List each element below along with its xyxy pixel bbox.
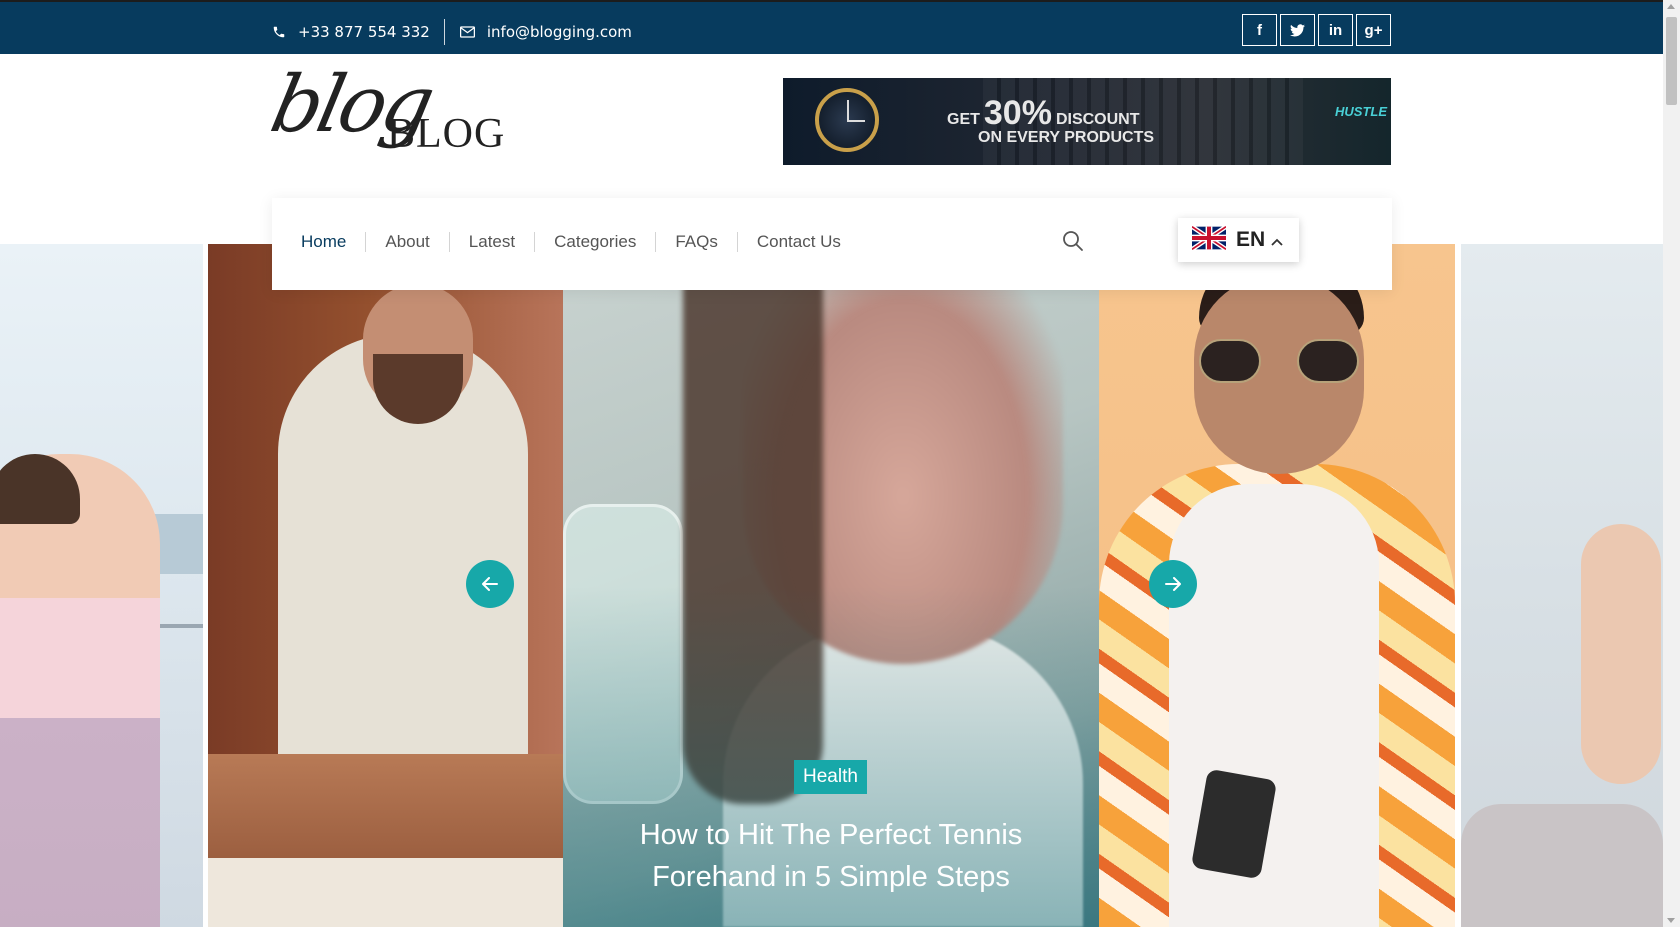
watch-graphic (815, 88, 879, 152)
arrow-right-icon[interactable] (1149, 560, 1197, 608)
google-plus-icon[interactable]: g+ (1356, 14, 1391, 46)
nav-sep (430, 232, 469, 252)
social-links: f in g+ (1242, 14, 1391, 46)
scroll-thumb[interactable] (1666, 17, 1677, 105)
uk-flag-icon (1190, 224, 1228, 255)
nav-item-contact[interactable]: Contact Us (757, 232, 841, 252)
site-logo[interactable]: blog BLOG (263, 60, 506, 180)
ad-headline: GET 30% DISCOUNT (947, 94, 1140, 133)
sunglasses-graphic (1199, 339, 1359, 383)
ad-get: GET (947, 111, 980, 128)
nav-label[interactable]: Latest (469, 232, 515, 252)
page: +33 877 554 332 info@blogging.com f in g… (0, 0, 1680, 927)
envelope-icon (459, 26, 477, 38)
nav-sep (718, 232, 757, 252)
slide-fitness[interactable] (0, 244, 203, 927)
search-icon[interactable] (1062, 230, 1086, 254)
logo-word: BLOG (387, 111, 506, 157)
scroll-down-icon[interactable] (1667, 918, 1675, 923)
nav-sep (346, 232, 385, 252)
ad-subline: ON EVERY PRODUCTS (978, 129, 1155, 146)
nav-menu: Home About Latest Categories FAQs Contac… (301, 232, 841, 252)
main-nav: Home About Latest Categories FAQs Contac… (272, 198, 1392, 290)
email-address[interactable]: info@blogging.com (487, 23, 632, 41)
category-tag[interactable]: Health (794, 760, 867, 794)
scroll-up-icon[interactable] (1667, 4, 1675, 9)
ad-percent: 30% (983, 94, 1052, 132)
phone-number[interactable]: +33 877 554 332 (298, 23, 430, 41)
nav-item-latest[interactable]: Latest (469, 232, 515, 252)
page-scrollbar[interactable] (1663, 0, 1680, 927)
phone-icon (270, 25, 288, 39)
seat-graphic (1461, 804, 1663, 927)
slide-yoga[interactable] (1461, 244, 1663, 927)
linkedin-icon[interactable]: in (1318, 14, 1353, 46)
woman-graphic (0, 454, 160, 927)
slide-title[interactable]: How to Hit The Perfect Tennis Forehand i… (593, 814, 1069, 898)
slide-active[interactable]: Health How to Hit The Perfect Tennis For… (563, 244, 1099, 927)
nav-label[interactable]: Categories (554, 232, 636, 252)
nav-sep (636, 232, 675, 252)
twitter-icon[interactable] (1280, 14, 1315, 46)
nav-label[interactable]: About (385, 232, 429, 252)
contact-info: +33 877 554 332 info@blogging.com (270, 19, 632, 45)
nav-label[interactable]: Home (301, 232, 346, 252)
nav-item-about[interactable]: About (385, 232, 429, 252)
nav-label[interactable]: FAQs (675, 232, 718, 252)
contact-divider (443, 19, 445, 45)
nav-item-home[interactable]: Home (301, 232, 346, 252)
top-bar: +33 877 554 332 info@blogging.com f in g… (0, 0, 1663, 54)
facebook-icon[interactable]: f (1242, 14, 1277, 46)
hero-slider: Health How to Hit The Perfect Tennis For… (0, 244, 1663, 927)
language-code: EN (1236, 228, 1266, 251)
ad-banner[interactable]: GET 30% DISCOUNT ON EVERY PRODUCTS HUSTL… (783, 78, 1391, 165)
arrow-left-icon[interactable] (466, 560, 514, 608)
client-graphic (208, 754, 563, 927)
language-selector[interactable]: EN (1178, 218, 1299, 262)
ad-brand: HUSTLE (1335, 104, 1387, 119)
nav-label[interactable]: Contact Us (757, 232, 841, 252)
chevron-up-icon (1271, 231, 1283, 250)
arm-graphic (1581, 524, 1661, 784)
ad-discount: DISCOUNT (1055, 111, 1140, 128)
nav-item-faqs[interactable]: FAQs (675, 232, 718, 252)
nav-item-categories[interactable]: Categories (554, 232, 636, 252)
nav-sep (515, 232, 554, 252)
